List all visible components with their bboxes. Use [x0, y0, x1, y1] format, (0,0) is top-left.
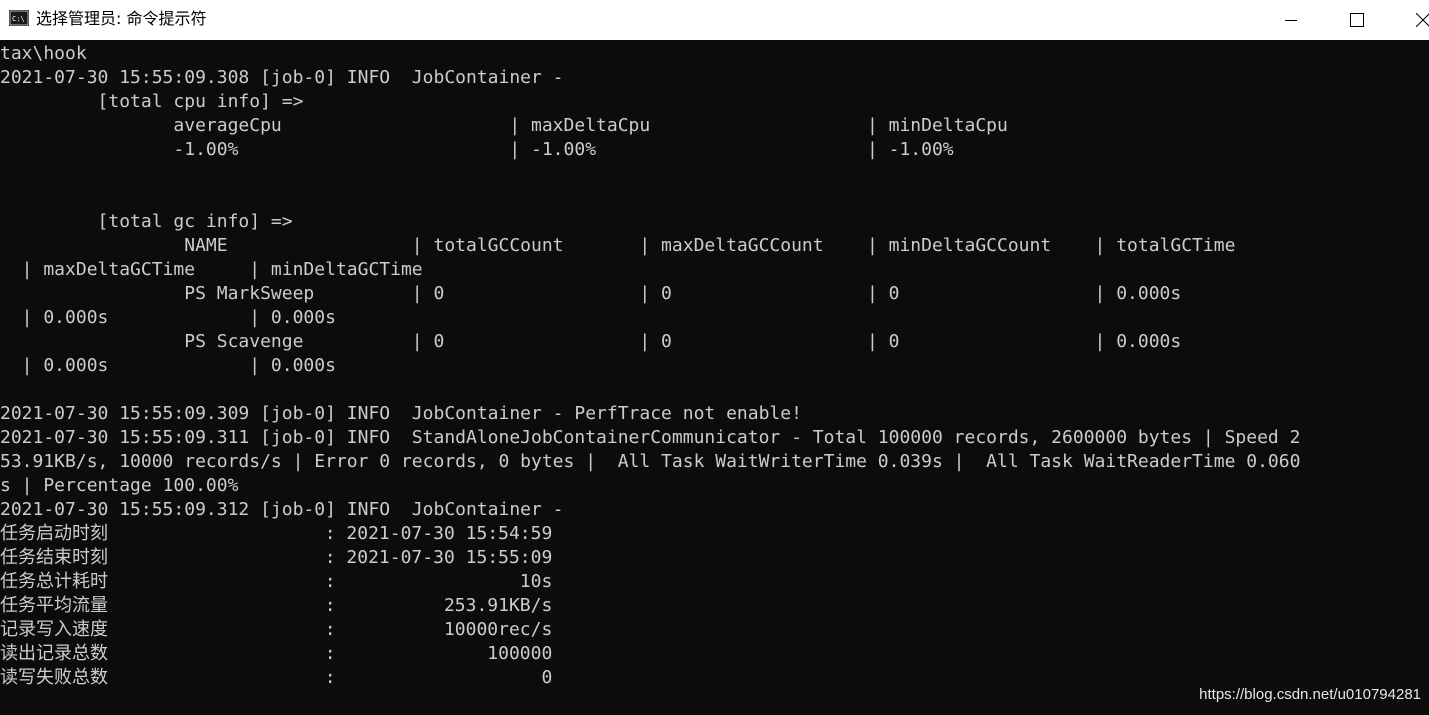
- console-line: [total cpu info] =>: [0, 91, 304, 112]
- console-line: 任务平均流量 : 253.91KB/s: [0, 595, 553, 616]
- console-line: averageCpu | maxDeltaCpu | minDeltaCpu: [0, 115, 1008, 136]
- cmd-window: C:\ 选择管理员: 命令提示符 tax\hook 2021-07-30 15:…: [0, 0, 1429, 715]
- console-line: -1.00% | -1.00% | -1.00%: [0, 139, 954, 160]
- console-line: 任务结束时刻 : 2021-07-30 15:55:09: [0, 547, 553, 568]
- console-line: 任务启动时刻 : 2021-07-30 15:54:59: [0, 523, 553, 544]
- minimize-icon: [1285, 20, 1297, 21]
- close-button[interactable]: [1400, 0, 1429, 40]
- console-line: PS MarkSweep | 0 | 0 | 0 | 0.000s: [0, 283, 1182, 304]
- console-line: 记录写入速度 : 10000rec/s: [0, 619, 553, 640]
- console-line: 53.91KB/s, 10000 records/s | Error 0 rec…: [0, 451, 1301, 472]
- console-line: PS Scavenge | 0 | 0 | 0 | 0.000s: [0, 331, 1182, 352]
- close-icon: [1416, 13, 1429, 27]
- title-bar[interactable]: C:\ 选择管理员: 命令提示符: [0, 0, 1429, 40]
- console-line: | 0.000s | 0.000s: [0, 307, 336, 328]
- console-line: 2021-07-30 15:55:09.312 [job-0] INFO Job…: [0, 499, 564, 520]
- window-title: 选择管理员: 命令提示符: [36, 9, 207, 28]
- console-line: 读写失败总数 : 0: [0, 667, 553, 688]
- maximize-button[interactable]: [1334, 0, 1380, 40]
- console-line: NAME | totalGCCount | maxDeltaGCCount | …: [0, 235, 1236, 256]
- console-line: 任务总计耗时 : 10s: [0, 571, 553, 592]
- minimize-button[interactable]: [1268, 0, 1314, 40]
- console-line: 2021-07-30 15:55:09.311 [job-0] INFO Sta…: [0, 427, 1301, 448]
- console-line: 读出记录总数 : 100000: [0, 643, 553, 664]
- watermark: https://blog.csdn.net/u010794281: [1199, 686, 1421, 703]
- console-line: | 0.000s | 0.000s: [0, 355, 336, 376]
- console-line: s | Percentage 100.00%: [0, 475, 239, 496]
- console-line: | maxDeltaGCTime | minDeltaGCTime: [0, 259, 423, 280]
- svg-text:C:\: C:\: [12, 15, 25, 23]
- cmd-icon: C:\: [9, 10, 29, 26]
- console-line: 2021-07-30 15:55:09.308 [job-0] INFO Job…: [0, 67, 564, 88]
- maximize-icon: [1350, 13, 1364, 27]
- console-line: tax\hook: [0, 43, 87, 64]
- console-line: [total gc info] =>: [0, 211, 293, 232]
- console-output[interactable]: tax\hook 2021-07-30 15:55:09.308 [job-0]…: [0, 42, 1429, 715]
- console-line: 2021-07-30 15:55:09.309 [job-0] INFO Job…: [0, 403, 802, 424]
